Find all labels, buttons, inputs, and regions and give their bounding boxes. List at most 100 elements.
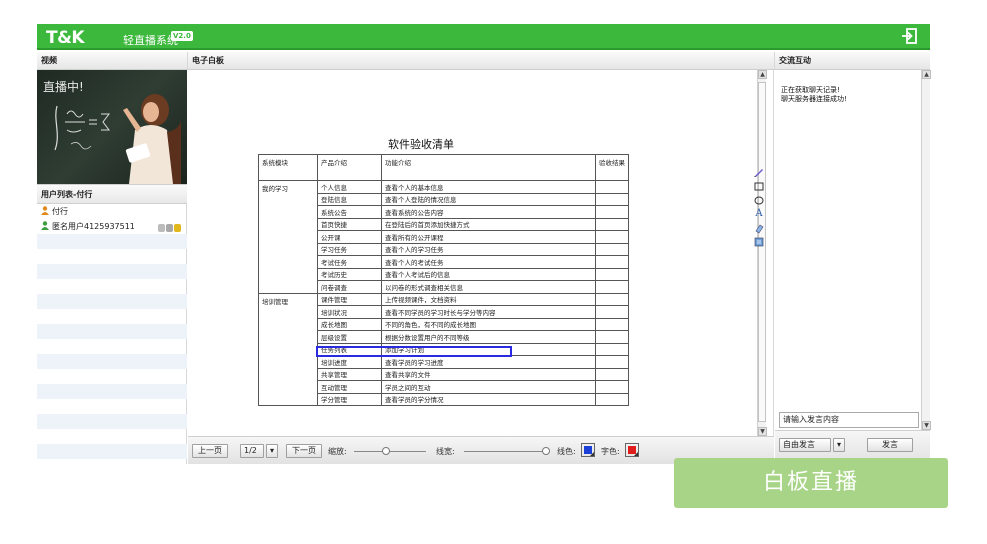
product-cell: 登陆信息 xyxy=(317,192,382,206)
product-cell: 培训状况 xyxy=(317,305,382,319)
product-cell: 互动管理 xyxy=(317,380,382,394)
video-column-header: 视频 xyxy=(37,52,188,70)
chat-panel: 正在获取聊天记录! 聊天服务器连接成功! ▲ ▼ 请输入发言内容 自由发言 ▾ … xyxy=(775,70,931,464)
page-select[interactable]: 1/2 xyxy=(240,444,264,458)
camera-icon[interactable] xyxy=(166,224,173,232)
product-cell: 学习任务 xyxy=(317,242,382,256)
rect-icon[interactable] xyxy=(753,180,765,192)
next-page-button[interactable]: 下一页 xyxy=(286,444,322,458)
function-cell: 上传视频课件，文档资料 xyxy=(381,292,596,306)
mic-icon[interactable] xyxy=(158,224,165,232)
ellipse-icon[interactable] xyxy=(753,194,765,206)
empty-row xyxy=(37,324,187,339)
result-cell xyxy=(595,242,629,256)
function-cell: 查看学员的学分情况 xyxy=(381,392,596,406)
chat-message-input[interactable]: 请输入发言内容 xyxy=(779,412,919,428)
user-row-host[interactable]: 付行 xyxy=(37,204,187,219)
function-cell: 以问卷的形式调查相关信息 xyxy=(381,280,596,294)
function-cell: 查看个人的考试任务 xyxy=(381,255,596,269)
empty-row xyxy=(37,354,187,369)
user-name: 匿名用户4125937511 xyxy=(52,222,135,231)
version-badge: V2.0 xyxy=(171,31,193,41)
result-cell xyxy=(595,392,629,406)
function-cell: 查看个人的基本信息 xyxy=(381,180,596,194)
font-color-picker[interactable] xyxy=(625,443,639,457)
scroll-thumb[interactable] xyxy=(758,82,766,422)
function-cell: 查看所有的公开课程 xyxy=(381,230,596,244)
product-cell: 培训进度 xyxy=(317,355,382,369)
result-cell xyxy=(595,380,629,394)
product-cell: 问卷调查 xyxy=(317,280,382,294)
speech-mode-select[interactable]: 自由发言 xyxy=(779,438,831,452)
whiteboard-canvas[interactable]: 软件验收清单 系统模块 产品介绍 功能介绍 验收结果 我的学习 个人信息 查看个人的… xyxy=(188,70,757,436)
send-button[interactable]: 发言 xyxy=(867,438,913,452)
prev-page-button[interactable]: 上一页 xyxy=(192,444,228,458)
dropdown-arrow-icon xyxy=(590,452,594,456)
whiteboard-panel: 软件验收清单 系统模块 产品介绍 功能介绍 验收结果 我的学习 个人信息 查看个人的… xyxy=(188,70,774,464)
drawing-tools: A xyxy=(753,166,767,250)
annotation-rectangle[interactable] xyxy=(316,346,512,357)
empty-row xyxy=(37,234,187,249)
table-row: 我的学习 个人信息 查看个人的基本信息 xyxy=(258,180,629,294)
result-cell xyxy=(595,342,629,356)
page-dropdown-button[interactable]: ▾ xyxy=(266,444,278,458)
eraser-icon[interactable] xyxy=(753,222,765,234)
zoom-label: 缩放: xyxy=(328,447,347,456)
product-cell: 成长地图 xyxy=(317,317,382,331)
chat-message: 聊天服务器连接成功! xyxy=(781,95,847,103)
function-cell: 查看学员的学习进度 xyxy=(381,355,596,369)
function-cell: 学员之间的互动 xyxy=(381,380,596,394)
user-row-guest[interactable]: 匿名用户4125937511 xyxy=(37,219,187,234)
header-cell: 产品介绍 xyxy=(317,154,382,181)
product-cell: 学分管理 xyxy=(317,392,382,406)
empty-row xyxy=(37,264,187,279)
function-cell: 查看个人登陆的情况信息 xyxy=(381,192,596,206)
pen-icon[interactable] xyxy=(753,166,765,178)
result-cell xyxy=(595,280,629,294)
zoom-slider-track[interactable] xyxy=(354,451,426,452)
function-cell: 查看共享的文件 xyxy=(381,367,596,381)
line-width-slider-track[interactable] xyxy=(464,451,546,452)
product-cell: 考试任务 xyxy=(317,255,382,269)
exit-icon[interactable] xyxy=(900,27,918,45)
scroll-down-arrow[interactable]: ▼ xyxy=(922,421,931,430)
result-cell xyxy=(595,305,629,319)
user-icon xyxy=(41,221,49,230)
result-cell xyxy=(595,330,629,344)
hand-icon[interactable] xyxy=(174,224,181,232)
chat-scrollbar[interactable]: ▲ ▼ xyxy=(921,70,931,430)
table-header-row: 系统模块 产品介绍 功能介绍 验收结果 xyxy=(258,154,629,181)
user-list: 付行 匿名用户4125937511 xyxy=(37,204,187,464)
header-cell: 功能介绍 xyxy=(381,154,596,181)
function-cell: 查看个人考试后的信息 xyxy=(381,267,596,281)
result-cell xyxy=(595,192,629,206)
scroll-up-arrow[interactable]: ▲ xyxy=(922,70,931,79)
text-icon[interactable]: A xyxy=(753,208,765,220)
product-cell: 共享管理 xyxy=(317,367,382,381)
scroll-up-arrow[interactable]: ▲ xyxy=(758,70,767,79)
font-color-label: 字色: xyxy=(601,447,620,456)
logo: T&K xyxy=(46,28,85,48)
clear-icon[interactable] xyxy=(753,236,765,248)
empty-row xyxy=(37,339,187,354)
result-cell xyxy=(595,255,629,269)
live-app: T&K 轻直播系统 V2.0 视频 电子白板 交流互动 直播中! 用户列表-付行… xyxy=(37,24,931,464)
empty-row xyxy=(37,309,187,324)
chat-message: 正在获取聊天记录! xyxy=(781,86,840,94)
header-cell: 系统模块 xyxy=(258,154,318,181)
product-cell: 首页快捷 xyxy=(317,217,382,231)
product-cell: 考试历史 xyxy=(317,267,382,281)
video-player[interactable]: 直播中! xyxy=(37,70,187,184)
function-cell: 查看不同学员的学习时长与学分等内容 xyxy=(381,305,596,319)
scroll-down-arrow[interactable]: ▼ xyxy=(758,427,767,436)
result-cell xyxy=(595,230,629,244)
whiteboard-scrollbar[interactable]: ▲ ▼ xyxy=(757,70,767,436)
empty-row xyxy=(37,294,187,309)
line-width-slider-knob[interactable] xyxy=(542,447,550,455)
line-color-picker[interactable] xyxy=(581,443,595,457)
top-bar: T&K 轻直播系统 V2.0 xyxy=(37,24,930,50)
product-cell: 个人信息 xyxy=(317,180,382,194)
function-cell: 不同的角色，有不同的成长地图 xyxy=(381,317,596,331)
zoom-slider-knob[interactable] xyxy=(382,447,390,455)
speech-mode-dropdown-button[interactable]: ▾ xyxy=(833,438,845,452)
